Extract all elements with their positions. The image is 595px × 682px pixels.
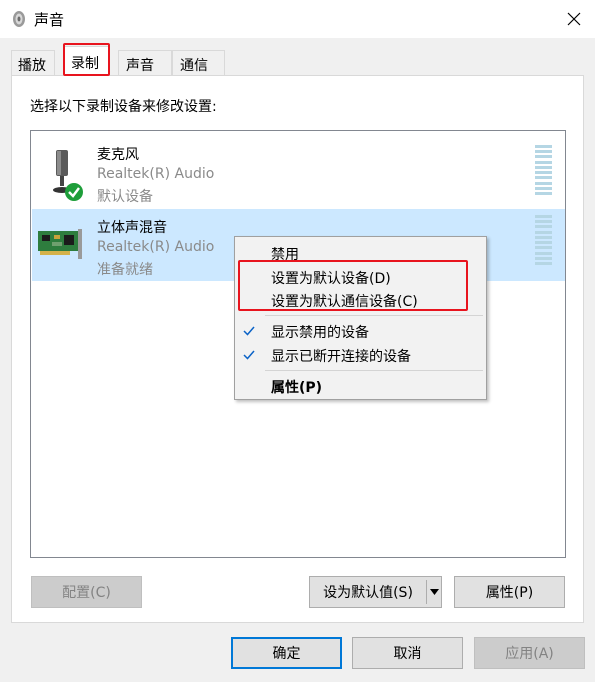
tab-sounds[interactable]: 声音: [118, 50, 172, 75]
configure-button[interactable]: 配置(C): [31, 576, 142, 608]
checkmark-icon: [243, 350, 255, 360]
device-driver: Realtek(R) Audio: [97, 166, 215, 182]
menu-item-set-default-comm-device[interactable]: 设置为默认通信设备(C): [271, 291, 418, 311]
set-default-dropdown[interactable]: [427, 577, 442, 607]
sound-card-icon: [38, 229, 82, 259]
device-item-microphone[interactable]: 麦克风 Realtek(R) Audio 默认设备: [32, 136, 565, 208]
set-default-split-button[interactable]: 设为默认值(S): [309, 576, 442, 608]
apply-button[interactable]: 应用(A): [474, 637, 585, 669]
menu-item-disable[interactable]: 禁用: [271, 244, 299, 264]
context-menu: 禁用 设置为默认设备(D) 设置为默认通信设备(C) 显示禁用的设备 显示已断开…: [234, 236, 487, 400]
close-icon: [567, 12, 581, 26]
tab-playback[interactable]: 播放: [11, 50, 55, 75]
properties-button[interactable]: 属性(P): [454, 576, 565, 608]
speaker-icon: [13, 11, 25, 27]
tab-communications[interactable]: 通信: [172, 50, 225, 75]
device-driver: Realtek(R) Audio: [97, 239, 215, 255]
menu-item-set-default-device[interactable]: 设置为默认设备(D): [271, 268, 391, 288]
cancel-button[interactable]: 取消: [352, 637, 463, 669]
level-meter: [535, 215, 552, 265]
device-name: 立体声混音: [97, 220, 167, 236]
level-meter: [535, 145, 552, 195]
menu-item-show-disabled[interactable]: 显示禁用的设备: [271, 322, 369, 342]
close-button[interactable]: [553, 0, 595, 38]
ok-button[interactable]: 确定: [231, 637, 342, 669]
device-status: 准备就绪: [97, 262, 153, 278]
chevron-down-icon: [430, 589, 439, 595]
tab-recording[interactable]: 录制: [64, 46, 110, 76]
menu-separator: [265, 370, 483, 371]
device-status: 默认设备: [97, 189, 153, 205]
menu-separator: [265, 315, 483, 316]
device-name: 麦克风: [97, 147, 139, 163]
set-default-button[interactable]: 设为默认值(S): [310, 577, 426, 607]
menu-item-properties[interactable]: 属性(P): [271, 377, 322, 397]
menu-item-show-disconnected[interactable]: 显示已断开连接的设备: [271, 346, 411, 366]
title-bar: 声音: [0, 0, 595, 38]
microphone-icon: [53, 150, 83, 201]
window-title: 声音: [34, 11, 65, 29]
checkmark-icon: [243, 326, 255, 336]
instructions-text: 选择以下录制设备来修改设置:: [30, 99, 217, 115]
